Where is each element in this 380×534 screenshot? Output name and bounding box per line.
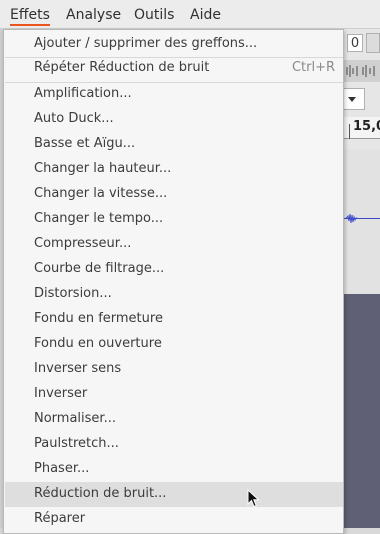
mouse-pointer-icon <box>247 489 260 508</box>
menu-item-distortion[interactable]: Distorsion... <box>5 282 343 307</box>
menu-item-bass-treble[interactable]: Basse et Aïgu... <box>5 132 343 157</box>
menu-item-fade-out[interactable]: Fondu en fermeture <box>5 307 343 332</box>
menu-item-label: Compresseur... <box>34 236 132 251</box>
menu-item-label: Basse et Aïgu... <box>34 136 136 151</box>
menu-item-label: Normaliser... <box>34 411 116 426</box>
menu-item-noise-reduction[interactable]: Réduction de bruit... <box>5 482 343 507</box>
menu-item-shortcut: Ctrl+R <box>291 60 335 75</box>
toolbar-small-button[interactable] <box>366 33 380 53</box>
menu-analyse[interactable]: Analyse <box>66 6 121 24</box>
menu-item-label: Inverser <box>34 386 88 401</box>
waveform-spike <box>346 213 358 224</box>
menu-item-paulstretch[interactable]: Paulstretch... <box>5 432 343 457</box>
menu-item-change-pitch[interactable]: Changer la hauteur... <box>5 157 343 182</box>
menu-aide[interactable]: Aide <box>190 6 221 24</box>
menu-item-label: Fondu en ouverture <box>34 336 162 351</box>
menu-item-fade-in[interactable]: Fondu en ouverture <box>5 332 343 357</box>
menu-item-phaser[interactable]: Phaser... <box>5 457 343 482</box>
menu-item-label: Répéter Réduction de bruit <box>34 60 210 75</box>
menu-item-label: Phaser... <box>34 461 90 476</box>
menu-item-reverse[interactable]: Inverser sens <box>5 357 343 382</box>
menu-item-repeat-last-effect[interactable]: Répéter Réduction de bruit Ctrl+R <box>5 56 343 81</box>
menu-item-label: Amplification... <box>34 86 132 101</box>
menu-item-label: Changer la hauteur... <box>34 161 172 176</box>
menu-item-label: Inverser sens <box>34 361 122 376</box>
menu-item-repair[interactable]: Réparer <box>5 507 343 532</box>
menu-item-label: Réparer <box>34 511 86 526</box>
menu-item-label: Ajouter / supprimer des greffons... <box>34 36 258 51</box>
menu-effets[interactable]: Effets <box>10 6 50 26</box>
meter-icon <box>346 65 375 77</box>
menu-bar: Effets Analyse Outils Aide <box>0 0 380 29</box>
menu-item-amplification[interactable]: Amplification... <box>5 82 343 107</box>
menu-item-auto-duck[interactable]: Auto Duck... <box>5 107 343 132</box>
menu-item-label: Distorsion... <box>34 286 112 301</box>
ruler-label: 15,0 <box>353 119 380 134</box>
menu-item-label: Changer la vitesse... <box>34 186 168 201</box>
menu-item-label: Courbe de filtrage... <box>34 261 165 276</box>
menu-item-label: Changer le tempo... <box>34 211 164 226</box>
menu-item-normalize[interactable]: Normaliser... <box>5 407 343 432</box>
level-meter <box>343 60 380 82</box>
track-area-lower <box>343 294 380 528</box>
menu-item-filter-curve[interactable]: Courbe de filtrage... <box>5 257 343 282</box>
ruler-tick <box>349 124 350 139</box>
menu-item-label: Fondu en fermeture <box>34 311 163 326</box>
effects-menu: Ajouter / supprimer des greffons... Répé… <box>3 29 344 534</box>
time-digit-field[interactable]: 0 <box>347 34 363 52</box>
menu-item-change-tempo[interactable]: Changer le tempo... <box>5 207 343 232</box>
menu-outils[interactable]: Outils <box>134 6 174 24</box>
menu-item-add-remove-plugins[interactable]: Ajouter / supprimer des greffons... <box>5 32 343 57</box>
chevron-down-icon <box>348 97 356 102</box>
menu-item-label: Paulstretch... <box>34 436 119 451</box>
menu-item-change-speed[interactable]: Changer la vitesse... <box>5 182 343 207</box>
menu-item-label: Auto Duck... <box>34 111 114 126</box>
menu-item-label: Réduction de bruit... <box>34 486 167 501</box>
menu-item-invert[interactable]: Inverser <box>5 382 343 407</box>
menu-item-compressor[interactable]: Compresseur... <box>5 232 343 257</box>
